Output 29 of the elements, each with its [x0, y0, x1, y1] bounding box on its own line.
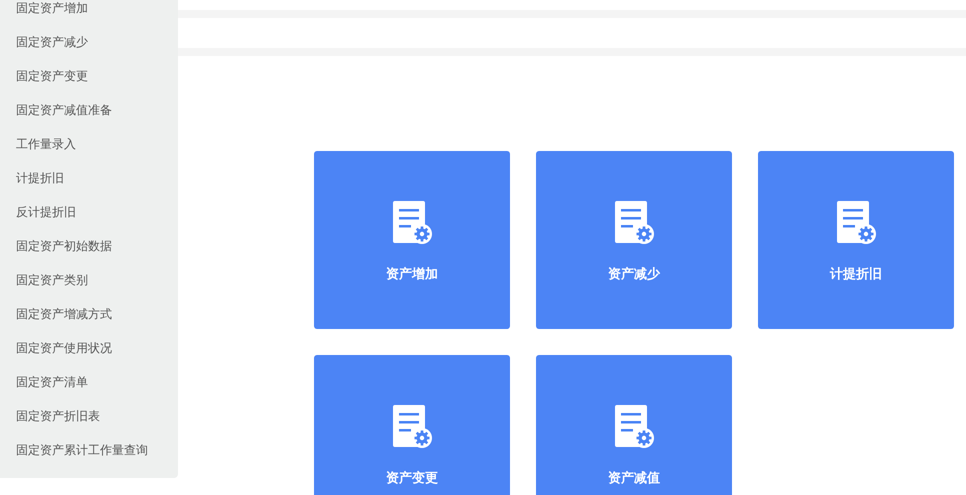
document-gear-icon — [835, 199, 877, 245]
tile-card[interactable]: 资产增加 — [314, 151, 510, 329]
document-gear-icon — [613, 199, 655, 245]
sidebar-item[interactable]: 固定资产折旧表 — [0, 399, 178, 433]
sidebar-item[interactable]: 固定资产增减方式 — [0, 297, 178, 331]
sidebar-item[interactable]: 反计提折旧 — [0, 195, 178, 229]
tile-card[interactable]: 资产变更 — [314, 355, 510, 495]
document-gear-icon — [613, 403, 655, 449]
sidebar-item[interactable]: 固定资产初始数据 — [0, 229, 178, 263]
tile-card[interactable]: 计提折旧 — [758, 151, 954, 329]
tile-label: 资产增加 — [386, 266, 438, 283]
sidebar-item[interactable]: 计提折旧 — [0, 161, 178, 195]
sidebar-item[interactable]: 固定资产减少 — [0, 25, 178, 59]
document-gear-icon — [391, 403, 433, 449]
sidebar-item[interactable]: 固定资产增加 — [0, 0, 178, 25]
tile-label: 计提折旧 — [830, 266, 882, 283]
tile-label: 资产变更 — [386, 470, 438, 487]
sidebar-item[interactable]: 固定资产累计工作量查询 — [0, 433, 178, 467]
sidebar-item[interactable]: 固定资产类别 — [0, 263, 178, 297]
sidebar-item[interactable]: 固定资产使用状况 — [0, 331, 178, 365]
sidebar-item[interactable]: 固定资产变更 — [0, 59, 178, 93]
tile-label: 资产减值 — [608, 470, 660, 487]
sidebar-item[interactable]: 固定资产减值准备 — [0, 93, 178, 127]
sidebar-item[interactable]: 工作量录入 — [0, 127, 178, 161]
tile-label: 资产减少 — [608, 266, 660, 283]
sidebar-item[interactable]: 固定资产清单 — [0, 365, 178, 399]
tile-card[interactable]: 资产减少 — [536, 151, 732, 329]
document-gear-icon — [391, 199, 433, 245]
tile-card[interactable]: 资产减值 — [536, 355, 732, 495]
